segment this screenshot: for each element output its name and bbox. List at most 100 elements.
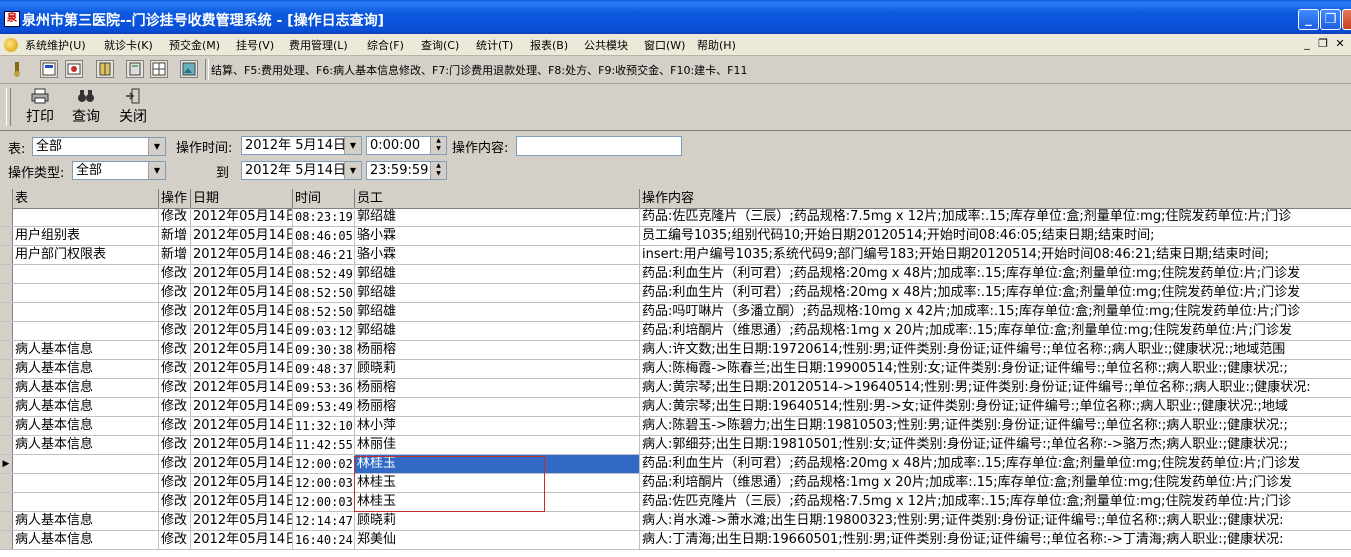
table-row[interactable]: 用户组别表 新增 2012年05月14日 08:46:05 骆小霖 员工编号1035;组别… <box>0 227 1351 246</box>
cell-table[interactable] <box>13 493 159 511</box>
cell-content[interactable]: 药品:佐匹克隆片（三辰）;药品规格:7.5mg x 12片;加成率:.15;库存… <box>640 208 1351 226</box>
cell-date[interactable]: 2012年05月14日 <box>191 436 293 454</box>
cell-time[interactable]: 12:14:47 <box>293 512 355 530</box>
cell-action[interactable]: 新增 <box>159 227 191 245</box>
cell-date[interactable]: 2012年05月14日 <box>191 398 293 416</box>
cell-date[interactable]: 2012年05月14日 <box>191 341 293 359</box>
row-indicator[interactable] <box>0 246 13 264</box>
app-menu-icon[interactable] <box>4 38 18 52</box>
cell-date[interactable]: 2012年05月14日 <box>191 284 293 302</box>
cell-time[interactable]: 12:00:03 <box>293 474 355 492</box>
chevron-down-icon[interactable]: ▼ <box>148 162 165 179</box>
title-bar[interactable]: 泉 泉州市第三医院--门诊挂号收费管理系统 - [操作日志查询] _ ❐ <box>0 0 1351 34</box>
table-row[interactable]: 病人基本信息 修改 2012年05月14日 11:42:55 林丽佳 病人:郭细芬;出生日… <box>0 436 1351 455</box>
cell-content[interactable]: 病人:陈梅霞->陈春兰;出生日期:19900514;性别:女;证件类别:身份证;… <box>640 360 1351 378</box>
restore-button[interactable]: ❐ <box>1320 9 1341 30</box>
table-row[interactable]: 用户部门权限表 新增 2012年05月14日 08:46:21 骆小霖 insert:用户… <box>0 246 1351 265</box>
cell-action[interactable]: 修改 <box>159 208 191 226</box>
register-icon[interactable] <box>40 60 58 78</box>
row-indicator[interactable]: ▶ <box>0 455 13 473</box>
chevron-down-icon[interactable]: ▼ <box>148 138 165 155</box>
cell-table[interactable] <box>13 322 159 340</box>
toolbar-grip[interactable] <box>6 88 11 126</box>
cell-content[interactable]: 病人:陈碧玉->陈碧力;出生日期:19810503;性别:男;证件类别:身份证;… <box>640 417 1351 435</box>
cell-action[interactable]: 修改 <box>159 474 191 492</box>
cell-action[interactable]: 修改 <box>159 398 191 416</box>
patient-card-icon[interactable] <box>65 60 83 78</box>
close-window-button[interactable]: 关闭 <box>111 88 155 126</box>
cell-date[interactable]: 2012年05月14日 <box>191 379 293 397</box>
cell-date[interactable]: 2012年05月14日 <box>191 417 293 435</box>
query-button[interactable]: 查询 <box>64 88 108 126</box>
date-from-picker[interactable]: 2012年 5月14日 ▼ <box>241 136 362 155</box>
cell-content[interactable]: 病人:丁清海;出生日期:19660501;性别:男;证件类别:身份证;证件编号:… <box>640 531 1351 549</box>
cell-date[interactable]: 2012年05月14日 <box>191 227 293 245</box>
menu-card[interactable]: 就诊卡(K) <box>104 37 153 53</box>
cell-content[interactable]: 药品:利培酮片（维思通）;药品规格:1mg x 20片;加成率:.15;库存单位… <box>640 322 1351 340</box>
cell-date[interactable]: 2012年05月14日 <box>191 493 293 511</box>
cell-time[interactable]: 09:03:12 <box>293 322 355 340</box>
cell-staff[interactable]: 郭绍雄 <box>355 284 640 302</box>
col-header-date[interactable]: 日期 <box>191 189 293 208</box>
menu-fee[interactable]: 费用管理(L) <box>289 37 348 53</box>
cell-time[interactable]: 09:48:37 <box>293 360 355 378</box>
cell-staff[interactable]: 骆小霖 <box>355 246 640 264</box>
row-indicator[interactable] <box>0 398 13 416</box>
time-from-spinner[interactable]: 0:00:00 ▲ ▼ <box>366 136 447 155</box>
mdi-restore-button[interactable]: ❐ <box>1316 38 1330 50</box>
cell-staff[interactable]: 杨丽榕 <box>355 398 640 416</box>
cell-table[interactable] <box>13 265 159 283</box>
cell-date[interactable]: 2012年05月14日 <box>191 322 293 340</box>
cell-staff[interactable]: 郭绍雄 <box>355 322 640 340</box>
cell-staff[interactable]: 林小萍 <box>355 417 640 435</box>
cell-staff[interactable]: 林桂玉 <box>355 474 640 492</box>
grid-icon[interactable] <box>150 60 168 78</box>
cell-date[interactable]: 2012年05月14日 <box>191 208 293 226</box>
table-filter-select[interactable]: 全部 ▼ <box>32 137 166 156</box>
cell-action[interactable]: 修改 <box>159 341 191 359</box>
menu-window[interactable]: 窗口(W) <box>644 37 685 53</box>
cell-table[interactable]: 病人基本信息 <box>13 436 159 454</box>
cell-time[interactable]: 12:00:02 <box>293 455 355 473</box>
row-indicator[interactable] <box>0 474 13 492</box>
cell-time[interactable]: 09:53:36 <box>293 379 355 397</box>
cell-content[interactable]: 病人:肖水滩->萧水滩;出生日期:19800323;性别:男;证件类别:身份证;… <box>640 512 1351 530</box>
row-indicator[interactable] <box>0 303 13 321</box>
cell-action[interactable]: 修改 <box>159 379 191 397</box>
cell-time[interactable]: 09:30:38 <box>293 341 355 359</box>
cell-table[interactable]: 用户组别表 <box>13 227 159 245</box>
menu-general[interactable]: 综合(F) <box>367 37 404 53</box>
cell-time[interactable]: 08:23:19 <box>293 208 355 226</box>
cell-table[interactable]: 病人基本信息 <box>13 531 159 549</box>
cell-staff[interactable]: 林桂玉 <box>355 493 640 511</box>
cell-date[interactable]: 2012年05月14日 <box>191 246 293 264</box>
row-indicator[interactable] <box>0 208 13 226</box>
menu-system[interactable]: 系统维护(U) <box>25 37 86 53</box>
cell-table[interactable]: 病人基本信息 <box>13 398 159 416</box>
table-row[interactable]: 修改 2012年05月14日 08:23:19 郭绍雄 药品:佐匹克隆片（三辰）;药品规… <box>0 208 1351 227</box>
cell-date[interactable]: 2012年05月14日 <box>191 531 293 549</box>
cell-date[interactable]: 2012年05月14日 <box>191 360 293 378</box>
cell-staff[interactable]: 林丽佳 <box>355 436 640 454</box>
cell-table[interactable]: 病人基本信息 <box>13 379 159 397</box>
table-row[interactable]: 病人基本信息 修改 2012年05月14日 09:53:36 杨丽榕 病人:黄宗琴;出生日… <box>0 379 1351 398</box>
cell-content[interactable]: 员工编号1035;组别代码10;开始日期20120514;开始时间08:46:0… <box>640 227 1351 245</box>
chevron-down-icon[interactable]: ▼ <box>344 137 361 154</box>
cell-date[interactable]: 2012年05月14日 <box>191 303 293 321</box>
optype-filter-select[interactable]: 全部 ▼ <box>72 161 166 180</box>
table-row[interactable]: 修改 2012年05月14日 12:00:03 林桂玉 药品:利培酮片（维思通）;药品规… <box>0 474 1351 493</box>
cell-action[interactable]: 修改 <box>159 284 191 302</box>
cell-time[interactable]: 11:42:55 <box>293 436 355 454</box>
time-to-spinner[interactable]: 23:59:59 ▲ ▼ <box>366 161 447 180</box>
cell-table[interactable] <box>13 208 159 226</box>
cell-action[interactable]: 修改 <box>159 512 191 530</box>
row-indicator[interactable] <box>0 360 13 378</box>
cell-time[interactable]: 16:40:24 <box>293 531 355 549</box>
col-header-table[interactable]: 表 <box>13 189 159 208</box>
mdi-close-button[interactable]: ✕ <box>1333 38 1347 50</box>
row-indicator[interactable] <box>0 417 13 435</box>
cell-time[interactable]: 08:52:49 <box>293 265 355 283</box>
menu-help[interactable]: 帮助(H) <box>697 37 736 53</box>
cell-action[interactable]: 修改 <box>159 322 191 340</box>
cell-action[interactable]: 修改 <box>159 531 191 549</box>
